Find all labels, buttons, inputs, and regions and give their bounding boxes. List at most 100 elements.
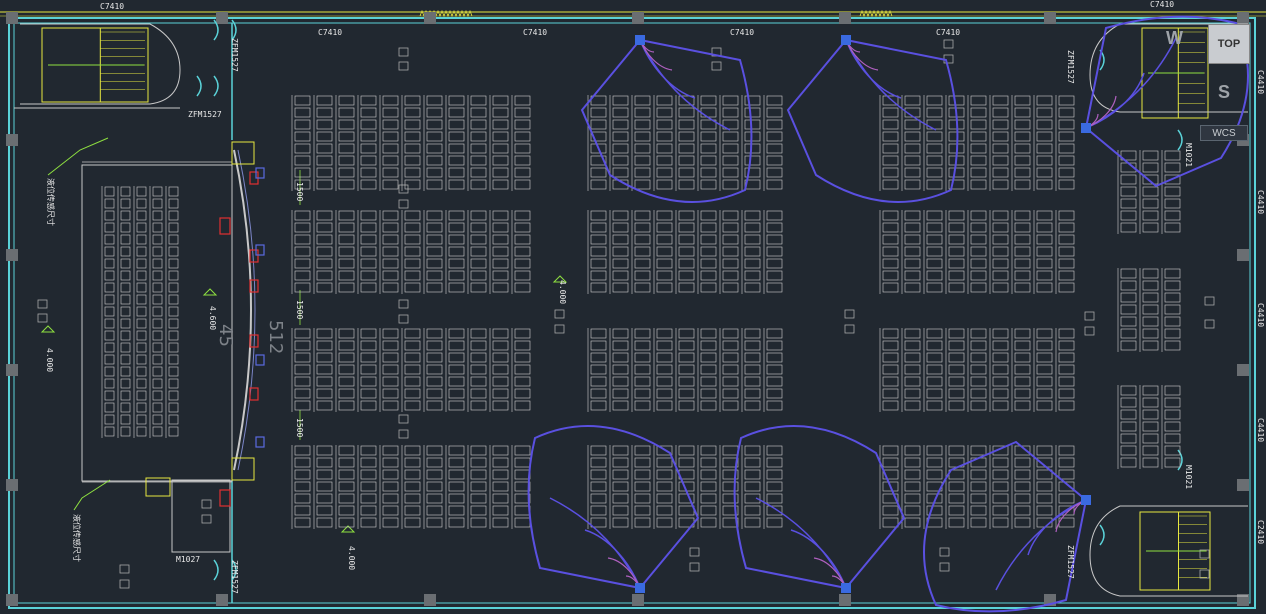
stage-note: 液位传感尺寸	[46, 178, 56, 226]
fixture-symbol	[398, 429, 409, 439]
seat-block	[291, 445, 531, 529]
stage-seat-block	[101, 186, 179, 438]
seat-block	[291, 328, 531, 412]
structural-column	[839, 594, 851, 606]
seat-block	[879, 445, 1075, 529]
stage-equipment-blue	[255, 354, 265, 366]
door-swing	[196, 75, 202, 97]
stage-count-label: 45	[215, 324, 236, 347]
fixture-symbol	[844, 324, 855, 334]
stage-equipment-blue	[255, 167, 265, 179]
fixture-symbol	[398, 199, 409, 209]
speaker-unit	[841, 583, 851, 593]
fixture-symbol	[119, 579, 130, 589]
grid-label-top: C7410	[1150, 0, 1174, 9]
seat-block	[291, 95, 531, 191]
elevation-marker	[202, 288, 218, 296]
door-swing	[1177, 129, 1183, 151]
viewcube-top-face[interactable]: TOP	[1208, 24, 1250, 64]
elevation-label: 4.000	[347, 546, 356, 570]
wcs-menu-button[interactable]: WCS	[1200, 125, 1248, 141]
grid-label-top: C7410	[318, 28, 342, 37]
annotation-leader	[73, 479, 111, 511]
grid-label-right: C4410	[1256, 190, 1265, 214]
fixture-symbol	[1084, 311, 1095, 321]
fixture-symbol	[201, 499, 212, 509]
structural-column	[216, 594, 228, 606]
fixture-symbol	[939, 562, 950, 572]
view-cube[interactable]: W TOP S	[1158, 20, 1258, 116]
door-label: ZFM1527	[1066, 545, 1075, 579]
structural-column	[6, 249, 18, 261]
stair-room-se	[1139, 511, 1211, 591]
fixture-symbol	[398, 314, 409, 324]
door-swing	[213, 559, 219, 581]
building-structure	[0, 9, 1266, 609]
elevation-label: 4.000	[558, 280, 567, 304]
structural-column	[1044, 12, 1056, 24]
fixture-symbol	[554, 309, 565, 319]
structural-column	[6, 364, 18, 376]
speaker-unit	[1081, 123, 1091, 133]
small-room-sw	[171, 479, 231, 553]
door-label: ZFM1527	[1066, 50, 1075, 84]
stage-front-arc	[233, 149, 252, 471]
structural-column	[6, 134, 18, 146]
viewcube-south[interactable]: S	[1218, 82, 1230, 103]
door-label: ZFM1527	[188, 110, 222, 119]
structural-column	[6, 594, 18, 606]
stage-front-arc	[237, 149, 256, 471]
grid-label-top: C7410	[730, 28, 754, 37]
equipment-red	[219, 489, 231, 507]
structural-column	[424, 594, 436, 606]
elevation-marker	[40, 325, 56, 333]
dimension-label: 1500	[295, 418, 304, 437]
fixture-symbol	[1084, 326, 1095, 336]
fixture-symbol	[398, 414, 409, 424]
grid-label-right: C2410	[1256, 520, 1265, 544]
fixture-symbol	[711, 61, 722, 71]
floor-plan-drawing[interactable]: C7410 C7410 C7410 C7410 C7410 C7410 C441…	[0, 0, 1266, 614]
grid-label-right: C4410	[1256, 303, 1265, 327]
door-label: ZFM1527	[230, 38, 239, 72]
structural-column	[1237, 364, 1249, 376]
door-swing	[213, 75, 219, 97]
door-swing	[1099, 524, 1105, 546]
fixture-symbol	[398, 47, 409, 57]
grid-label-top: C7410	[100, 2, 124, 11]
door-label: ZFM1527	[230, 560, 239, 594]
viewcube-west[interactable]: W	[1166, 28, 1183, 49]
structural-column	[632, 12, 644, 24]
speaker-unit	[841, 35, 851, 45]
seat-block-east	[1117, 268, 1181, 352]
fixture-symbol	[37, 313, 48, 323]
stair-room-nw	[41, 27, 149, 103]
seat-block	[879, 95, 1075, 191]
equipment-red	[219, 217, 231, 235]
structural-column	[6, 12, 18, 24]
elevation-label: 4.000	[45, 348, 54, 372]
seat-block	[291, 210, 531, 294]
fixture-symbol	[689, 562, 700, 572]
speaker-unit	[635, 583, 645, 593]
fixture-symbol	[1199, 569, 1210, 579]
seat-block-east	[1117, 385, 1181, 469]
speaker-unit	[1081, 495, 1091, 505]
fixture-symbol	[1204, 296, 1215, 306]
fixture-symbol	[398, 299, 409, 309]
structural-column	[632, 594, 644, 606]
seat-block	[587, 328, 783, 412]
structural-column	[424, 12, 436, 24]
fixture-symbol	[37, 299, 48, 309]
fixture-symbol	[119, 564, 130, 574]
structural-column	[839, 12, 851, 24]
stage-note: 液位传感尺寸	[72, 514, 82, 562]
fixture-symbol	[943, 39, 954, 49]
seating-area	[101, 95, 1181, 529]
grid-label-top: C7410	[523, 28, 547, 37]
grid-label-right: C4410	[1256, 418, 1265, 442]
seat-block	[879, 328, 1075, 412]
structural-column	[1237, 249, 1249, 261]
fixture-symbol	[398, 61, 409, 71]
door-label: M1027	[176, 555, 200, 564]
